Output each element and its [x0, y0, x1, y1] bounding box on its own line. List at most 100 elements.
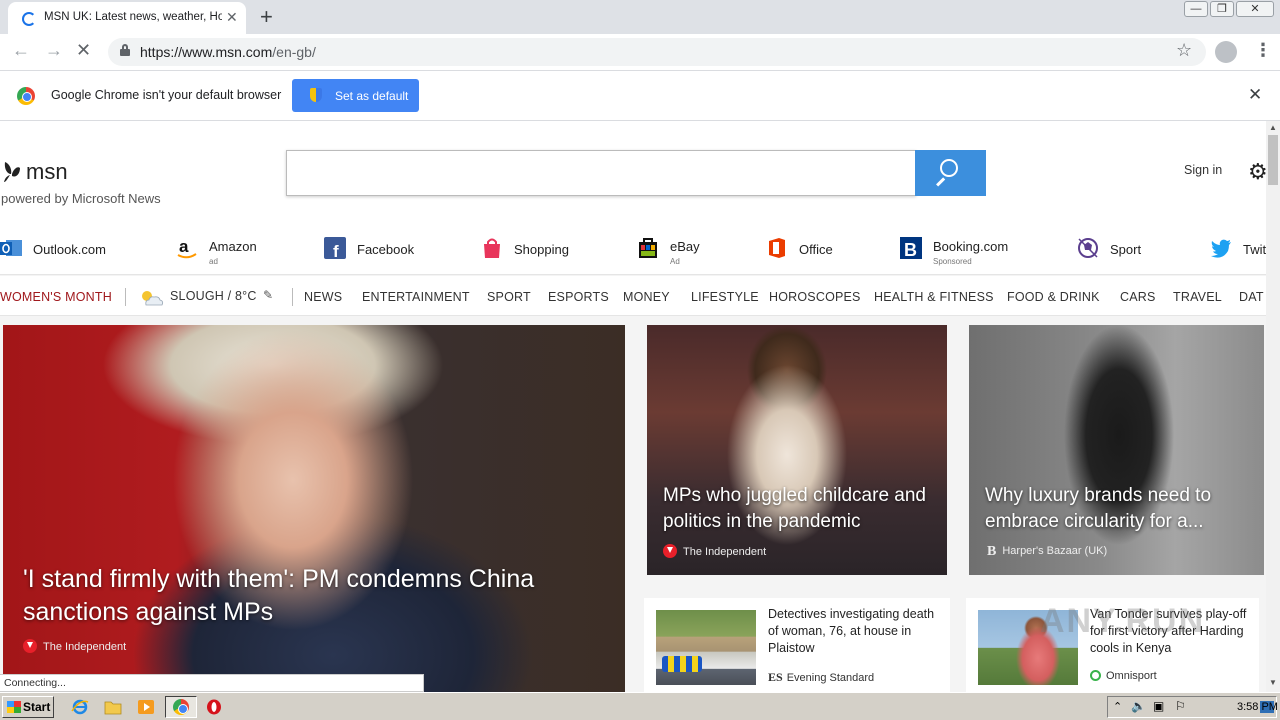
bookmark-star-icon[interactable]: ☆: [1176, 40, 1192, 61]
chrome-taskbar-button[interactable]: [165, 696, 197, 718]
nav-food-drink[interactable]: FOOD & DRINK: [1007, 290, 1100, 304]
story-source: B Harper's Bazaar (UK): [987, 544, 1107, 560]
network-icon[interactable]: ▣: [1153, 699, 1164, 713]
quick-link-amazon[interactable]: a Amazon ad: [176, 235, 266, 266]
nav-featured-womens-month[interactable]: WOMEN'S MONTH: [0, 290, 112, 304]
back-icon[interactable]: ←: [12, 40, 30, 61]
quick-link-booking[interactable]: B Booking.com Sponsored: [900, 235, 1020, 266]
source-name: Harper's Bazaar (UK): [1002, 545, 1108, 557]
settings-gear-icon[interactable]: ⚙: [1248, 159, 1266, 185]
taskbar-clock[interactable]: 3:58 PM: [1237, 701, 1278, 713]
set-as-default-button[interactable]: Set as default: [292, 79, 419, 112]
story-thumbnail[interactable]: [656, 610, 756, 685]
quick-link-ebay[interactable]: eBay Ad: [637, 235, 717, 266]
msn-logo[interactable]: msn: [2, 159, 68, 185]
tab-close-icon[interactable]: ✕: [226, 9, 238, 26]
quick-link-outlook[interactable]: Outlook.com: [0, 235, 112, 263]
story-title[interactable]: Detectives investigating death of woman,…: [768, 606, 940, 657]
nav-travel[interactable]: TRAVEL: [1173, 290, 1222, 304]
quick-link-sport[interactable]: Sport: [1077, 235, 1157, 263]
shopping-bag-icon: [484, 238, 500, 258]
stop-loading-icon[interactable]: ✕: [76, 40, 91, 61]
police-car-image: [662, 656, 702, 672]
media-player-icon[interactable]: [137, 699, 155, 715]
story-card-plaistow[interactable]: Detectives investigating death of woman,…: [644, 598, 950, 692]
nav-news[interactable]: NEWS: [304, 290, 342, 304]
ad-badge: Ad: [670, 257, 680, 266]
independent-logo-icon: [663, 544, 677, 558]
loading-spinner-icon: [22, 12, 36, 26]
story-card-childcare[interactable]: MPs who juggled childcare and politics i…: [647, 325, 947, 575]
story-source: The Independent: [663, 544, 766, 558]
nav-sport[interactable]: SPORT: [487, 290, 531, 304]
page-scrollbar[interactable]: ▲ ▼: [1266, 121, 1280, 692]
nav-cars[interactable]: CARS: [1120, 290, 1156, 304]
new-tab-icon[interactable]: +: [260, 4, 273, 30]
profile-avatar-icon[interactable]: [1215, 41, 1237, 63]
action-center-flag-icon[interactable]: ⚐: [1175, 699, 1186, 713]
file-explorer-icon[interactable]: [104, 699, 122, 715]
quick-link-twitter[interactable]: Twit: [1210, 235, 1266, 263]
ebay-icon: [639, 238, 657, 258]
weather-location-temp[interactable]: SLOUGH / 8°C: [170, 289, 257, 303]
msn-wordmark: msn: [26, 159, 68, 184]
opera-icon[interactable]: [205, 699, 223, 715]
infobar-close-icon[interactable]: ✕: [1248, 85, 1262, 105]
scroll-down-arrow-icon[interactable]: ▼: [1266, 678, 1280, 687]
story-source: Omnisport: [1090, 670, 1157, 682]
nav-money[interactable]: MONEY: [623, 290, 670, 304]
anyrun-watermark: ANY.RUN: [1040, 602, 1206, 640]
sign-in-link[interactable]: Sign in: [1184, 163, 1222, 177]
menu-kebab-icon[interactable]: ⋮: [1254, 40, 1272, 61]
sponsored-badge: Sponsored: [933, 257, 972, 266]
nav-esports[interactable]: ESPORTS: [548, 290, 609, 304]
quick-link-label: Shopping: [514, 242, 569, 257]
nav-lifestyle[interactable]: LIFESTYLE: [691, 290, 759, 304]
story-card-luxury-brands[interactable]: Why luxury brands need to embrace circul…: [969, 325, 1264, 575]
nav-health-fitness[interactable]: HEALTH & FITNESS: [874, 290, 994, 304]
volume-icon[interactable]: 🔈: [1131, 699, 1146, 713]
restore-icon[interactable]: ❐: [1210, 1, 1234, 17]
quick-links-bar: Outlook.com a Amazon ad f Facebook Shopp…: [0, 223, 1266, 275]
lock-icon[interactable]: [120, 44, 130, 56]
edit-location-pencil-icon[interactable]: ✎: [263, 288, 273, 302]
nav-entertainment[interactable]: ENTERTAINMENT: [362, 290, 470, 304]
scroll-thumb[interactable]: [1268, 135, 1278, 185]
set-as-default-label: Set as default: [335, 89, 409, 103]
scroll-up-arrow-icon[interactable]: ▲: [1266, 123, 1280, 132]
quick-link-facebook[interactable]: f Facebook: [324, 235, 424, 263]
nav-dating[interactable]: DAT: [1239, 290, 1264, 304]
nav-horoscopes[interactable]: HOROSCOPES: [769, 290, 861, 304]
sport-icon: [1078, 238, 1098, 258]
tray-expand-icon[interactable]: ⌃: [1113, 700, 1122, 713]
quick-link-shopping[interactable]: Shopping: [481, 235, 581, 263]
office-icon: [769, 238, 785, 258]
internet-explorer-icon[interactable]: [71, 699, 89, 715]
story-title[interactable]: Why luxury brands need to embrace circul…: [985, 483, 1260, 535]
story-title[interactable]: MPs who juggled childcare and politics i…: [663, 483, 938, 535]
browser-tab[interactable]: MSN UK: Latest news, weather, Hot ✕: [8, 2, 246, 34]
hero-story-title[interactable]: 'I stand firmly with them': PM condemns …: [23, 563, 613, 629]
search-button[interactable]: [915, 150, 986, 196]
hero-story-card[interactable]: 'I stand firmly with them': PM condemns …: [3, 325, 625, 692]
start-label: Start: [23, 700, 51, 714]
close-window-icon[interactable]: ✕: [1236, 1, 1274, 17]
outlook-icon: [0, 240, 22, 256]
search-input[interactable]: [286, 150, 916, 196]
quick-link-office[interactable]: Office: [766, 235, 846, 263]
weather-sun-cloud-icon[interactable]: [138, 288, 164, 306]
minimize-icon[interactable]: —: [1184, 1, 1208, 17]
chrome-taskbar-icon: [173, 699, 189, 715]
svg-text:B: B: [904, 240, 917, 259]
quick-link-label: Sport: [1110, 242, 1142, 257]
quick-link-label: Office: [799, 242, 833, 257]
svg-text:a: a: [179, 237, 189, 256]
address-bar[interactable]: https://www.msn.com/en-gb/ ☆: [108, 38, 1206, 66]
forward-icon[interactable]: →: [45, 40, 63, 61]
status-bubble: Connecting...: [0, 674, 424, 692]
start-button[interactable]: Start: [2, 696, 54, 718]
msn-butterfly-icon: [4, 162, 20, 182]
shield-icon: [310, 88, 322, 102]
url-text[interactable]: https://www.msn.com/en-gb/: [140, 44, 316, 60]
nav-divider: [125, 288, 126, 306]
